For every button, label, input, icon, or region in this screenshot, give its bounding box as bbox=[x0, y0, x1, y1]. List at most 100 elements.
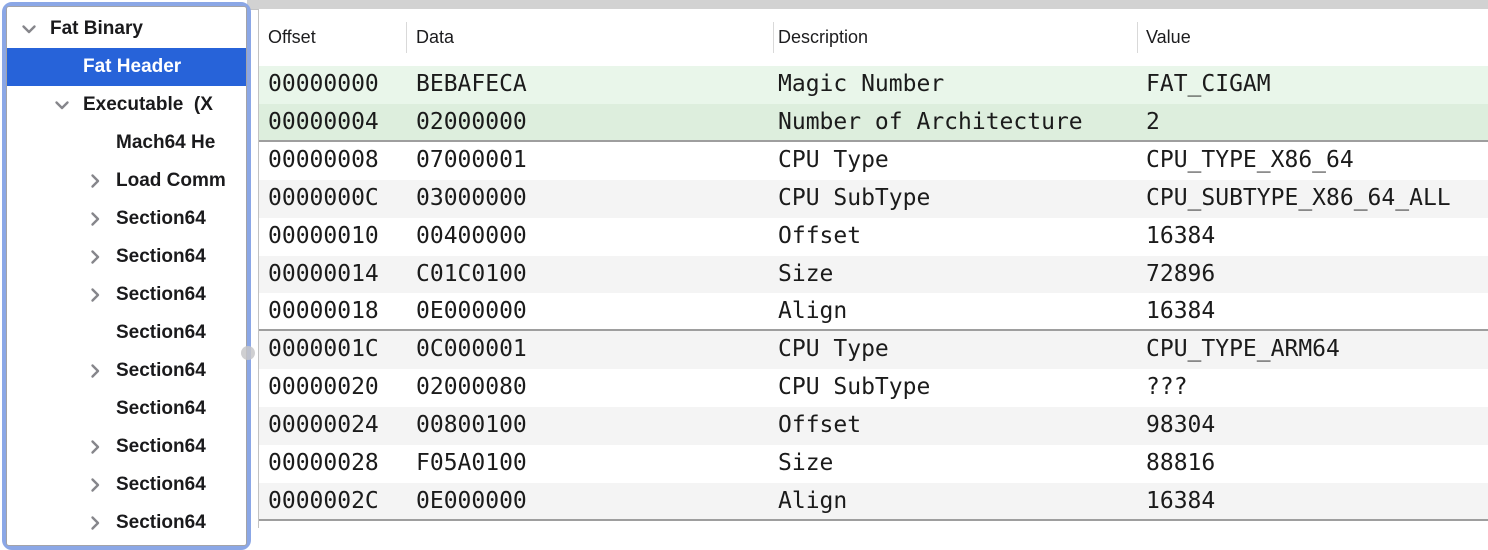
table-row[interactable]: 00000018 0E000000 Align 16384 bbox=[259, 293, 1488, 331]
cell-offset: 0000002C bbox=[268, 483, 379, 521]
cell-description: CPU Type bbox=[778, 142, 889, 180]
chevron-right-icon[interactable] bbox=[85, 285, 105, 305]
tree-item-label: Load Comm bbox=[116, 170, 226, 192]
cell-data: F05A0100 bbox=[416, 445, 527, 483]
cell-offset: 0000000C bbox=[268, 180, 379, 218]
tree-item-label: Executable (X bbox=[83, 94, 213, 116]
cell-offset: 00000008 bbox=[268, 142, 379, 180]
tree-item-label: Section64 bbox=[116, 284, 206, 306]
tree-item-label: Mach64 He bbox=[116, 132, 215, 154]
tree-item-label: Section64 bbox=[116, 398, 206, 420]
sidebar-item-section64-9[interactable]: Section64 bbox=[7, 352, 246, 390]
sidebar-item-executable-x-2[interactable]: Executable (X bbox=[7, 86, 246, 124]
table-row[interactable]: 0000001C 0C000001 CPU Type CPU_TYPE_ARM6… bbox=[259, 331, 1488, 369]
chevron-right-icon[interactable] bbox=[85, 209, 105, 229]
sidebar: Fat Binary Fat Header Executable (X bbox=[2, 2, 251, 550]
cell-offset: 00000004 bbox=[268, 104, 379, 142]
cell-data: 00400000 bbox=[416, 218, 527, 256]
sidebar-tree: Fat Binary Fat Header Executable (X bbox=[7, 10, 246, 542]
sidebar-item-fat-header-1[interactable]: Fat Header bbox=[7, 48, 246, 86]
cell-offset: 00000014 bbox=[268, 256, 379, 294]
cell-data: BEBAFECA bbox=[416, 66, 527, 104]
table-row[interactable]: 00000028 F05A0100 Size 88816 bbox=[259, 445, 1488, 483]
cell-data: 00800100 bbox=[416, 407, 527, 445]
cell-value: CPU_SUBTYPE_X86_64_ALL bbox=[1146, 180, 1451, 218]
cell-description: Size bbox=[778, 256, 833, 294]
table-row[interactable]: 00000008 07000001 CPU Type CPU_TYPE_X86_… bbox=[259, 142, 1488, 180]
chevron-right-icon[interactable] bbox=[85, 171, 105, 191]
table-body: 00000000 BEBAFECA Magic Number FAT_CIGAM… bbox=[259, 66, 1488, 521]
sidebar-item-section64-12[interactable]: Section64 bbox=[7, 466, 246, 504]
cell-description: CPU SubType bbox=[778, 180, 930, 218]
splitter-handle[interactable] bbox=[241, 346, 255, 360]
sidebar-item-section64-6[interactable]: Section64 bbox=[7, 238, 246, 276]
column-divider bbox=[1137, 22, 1138, 53]
table-row[interactable]: 00000014 C01C0100 Size 72896 bbox=[259, 256, 1488, 294]
chevron-right-icon[interactable] bbox=[85, 437, 105, 457]
table-header-row: Offset Data Description Value bbox=[259, 9, 1488, 67]
sidebar-item-section64-5[interactable]: Section64 bbox=[7, 200, 246, 238]
cell-data: 0E000000 bbox=[416, 293, 527, 331]
cell-offset: 00000028 bbox=[268, 445, 379, 483]
sidebar-item-section64-7[interactable]: Section64 bbox=[7, 276, 246, 314]
cell-value: 2 bbox=[1146, 104, 1160, 142]
table-row[interactable]: 00000024 00800100 Offset 98304 bbox=[259, 407, 1488, 445]
table-row[interactable]: 00000004 02000000 Number of Architecture… bbox=[259, 104, 1488, 142]
tree-item-label: Fat Binary bbox=[50, 18, 143, 40]
cell-description: Size bbox=[778, 445, 833, 483]
structure-table-panel: Offset Data Description Value 00000000 BEBA… bbox=[258, 9, 1488, 528]
tree-item-label: Section64 bbox=[116, 436, 206, 458]
chevron-right-icon[interactable] bbox=[85, 475, 105, 495]
cell-description: Offset bbox=[778, 407, 861, 445]
cell-value: 88816 bbox=[1146, 445, 1215, 483]
table-row[interactable]: 0000000C 03000000 CPU SubType CPU_SUBTYP… bbox=[259, 180, 1488, 218]
chevron-right-icon[interactable] bbox=[85, 513, 105, 533]
tree-item-label: Fat Header bbox=[83, 56, 181, 78]
sidebar-item-section64-13[interactable]: Section64 bbox=[7, 504, 246, 542]
cell-data: 02000000 bbox=[416, 104, 527, 142]
cell-value: CPU_TYPE_ARM64 bbox=[1146, 331, 1340, 369]
cell-data: 0C000001 bbox=[416, 331, 527, 369]
sidebar-item-section64-8[interactable]: Section64 bbox=[7, 314, 246, 352]
cell-value: 16384 bbox=[1146, 293, 1215, 331]
cell-data: 07000001 bbox=[416, 142, 527, 180]
cell-offset: 00000020 bbox=[268, 369, 379, 407]
tree-item-label: Section64 bbox=[116, 208, 206, 230]
cell-offset: 00000024 bbox=[268, 407, 379, 445]
cell-value: 98304 bbox=[1146, 407, 1215, 445]
cell-description: Align bbox=[778, 483, 847, 521]
sidebar-panel: Fat Binary Fat Header Executable (X bbox=[6, 6, 247, 546]
cell-description: CPU SubType bbox=[778, 369, 930, 407]
cell-description: CPU Type bbox=[778, 331, 889, 369]
column-header-offset[interactable]: Offset bbox=[268, 9, 316, 66]
cell-offset: 00000010 bbox=[268, 218, 379, 256]
tree-item-label: Section64 bbox=[116, 360, 206, 382]
column-header-description[interactable]: Description bbox=[778, 9, 868, 66]
sidebar-item-load-comm-4[interactable]: Load Comm bbox=[7, 162, 246, 200]
tree-item-label: Section64 bbox=[116, 246, 206, 268]
column-divider bbox=[406, 22, 407, 53]
cell-offset: 00000000 bbox=[268, 66, 379, 104]
cell-data: 0E000000 bbox=[416, 483, 527, 521]
cell-offset: 00000018 bbox=[268, 293, 379, 331]
cell-data: 02000080 bbox=[416, 369, 527, 407]
sidebar-item-section64-10[interactable]: Section64 bbox=[7, 390, 246, 428]
column-header-data[interactable]: Data bbox=[416, 9, 454, 66]
chevron-right-icon[interactable] bbox=[85, 247, 105, 267]
chevron-right-icon[interactable] bbox=[85, 361, 105, 381]
table-row[interactable]: 0000002C 0E000000 Align 16384 bbox=[259, 483, 1488, 521]
chevron-down-icon[interactable] bbox=[19, 19, 39, 39]
column-header-value[interactable]: Value bbox=[1146, 9, 1191, 66]
sidebar-item-section64-11[interactable]: Section64 bbox=[7, 428, 246, 466]
cell-offset: 0000001C bbox=[268, 331, 379, 369]
table-row[interactable]: 00000000 BEBAFECA Magic Number FAT_CIGAM bbox=[259, 66, 1488, 104]
chevron-down-icon[interactable] bbox=[52, 95, 72, 115]
table-row[interactable]: 00000010 00400000 Offset 16384 bbox=[259, 218, 1488, 256]
table-row[interactable]: 00000020 02000080 CPU SubType ??? bbox=[259, 369, 1488, 407]
tree-item-label: Section64 bbox=[116, 512, 206, 534]
sidebar-item-fat-binary-0[interactable]: Fat Binary bbox=[7, 10, 246, 48]
cell-description: Offset bbox=[778, 218, 861, 256]
sidebar-item-mach64-he-3[interactable]: Mach64 He bbox=[7, 124, 246, 162]
cell-value: 16384 bbox=[1146, 218, 1215, 256]
cell-data: 03000000 bbox=[416, 180, 527, 218]
